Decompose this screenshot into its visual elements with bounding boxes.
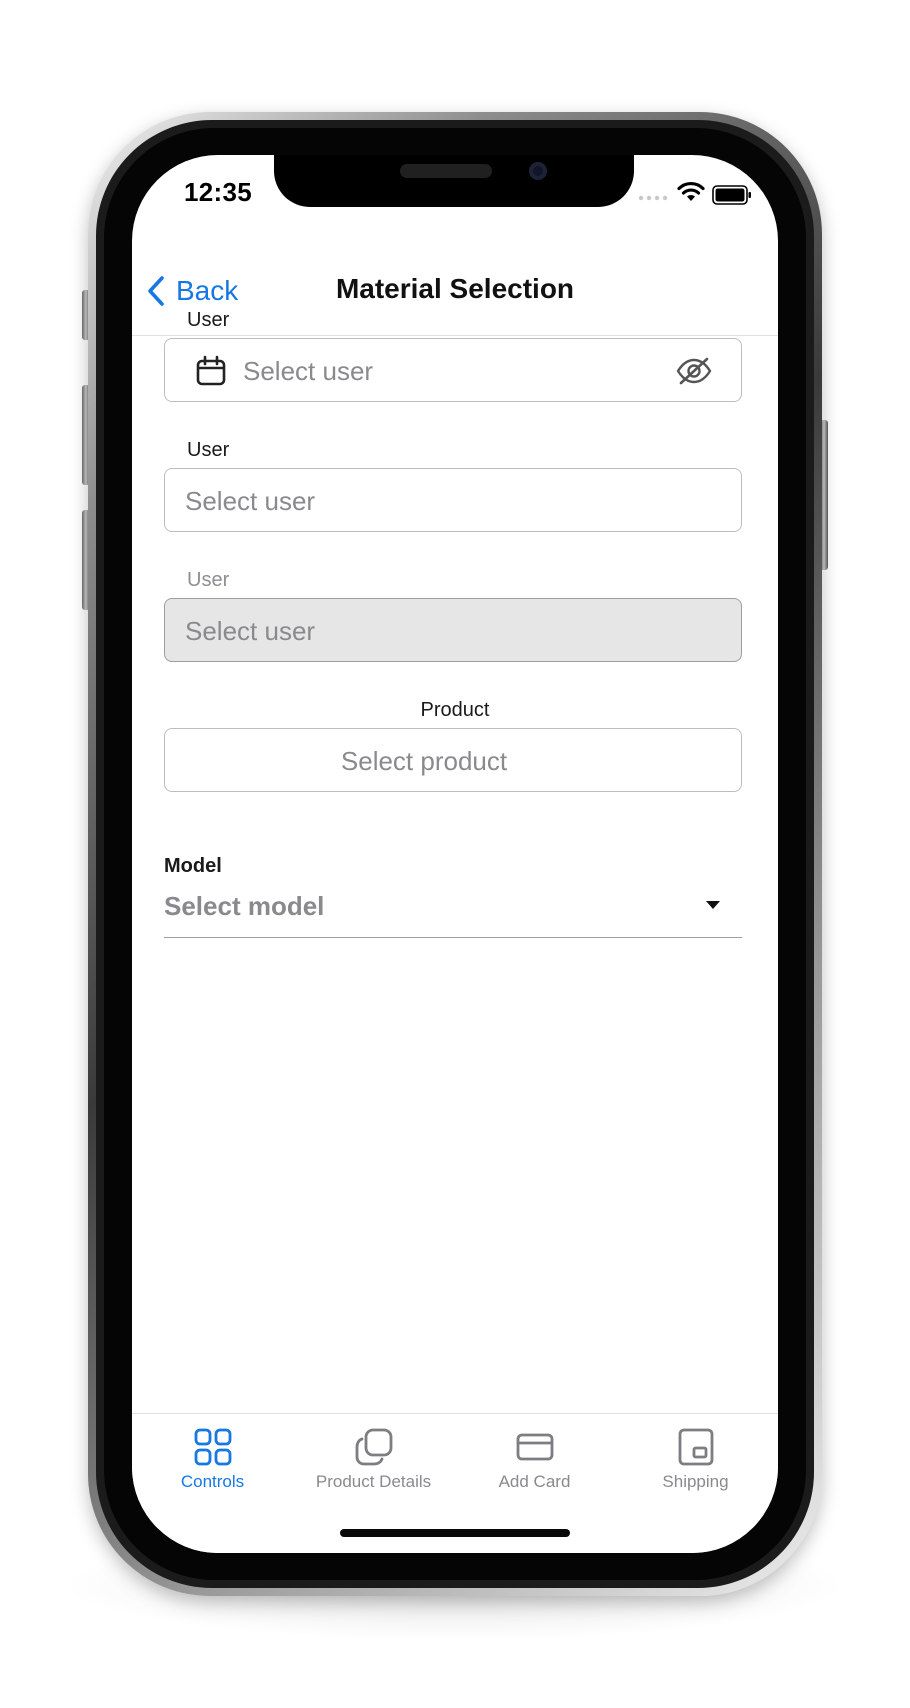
user-field-1-placeholder: Select user [243, 356, 374, 386]
tab-add-card[interactable]: Add Card [454, 1424, 615, 1504]
status-time: 12:35 [184, 177, 252, 207]
notch [274, 155, 634, 207]
tab-add-card-label: Add Card [498, 1472, 571, 1491]
copy-icon [355, 1428, 392, 1466]
user-field-1[interactable]: Select user [164, 338, 742, 402]
tab-shipping-label: Shipping [662, 1472, 729, 1491]
model-placeholder: Select model [164, 891, 325, 921]
mockup-canvas: 12:35 Back Material Selection User Selec… [0, 0, 910, 1708]
front-camera [529, 162, 547, 180]
device-screen: 12:35 Back Material Selection User Selec… [132, 155, 778, 1553]
product-field-placeholder: Select product [340, 746, 508, 776]
user-field-3-label: User [187, 569, 230, 591]
eye-off-icon[interactable] [675, 356, 713, 386]
home-indicator [340, 1529, 570, 1537]
tab-product-details-label: Product Details [315, 1472, 432, 1491]
user-field-1-label: User [187, 309, 230, 331]
grid-icon [194, 1428, 231, 1466]
user-field-2-placeholder: Select user [185, 486, 316, 516]
product-field[interactable]: Select product [164, 728, 742, 792]
user-field-2[interactable]: Select user [164, 468, 742, 532]
model-select[interactable]: Select model [164, 885, 742, 938]
shipping-icon [678, 1428, 713, 1466]
tab-controls-label: Controls [180, 1472, 245, 1491]
signal-icon [638, 195, 668, 201]
page-title: Material Selection [335, 273, 575, 304]
tab-shipping[interactable]: Shipping [615, 1424, 776, 1504]
battery-icon [712, 185, 751, 205]
caret-down-icon [706, 901, 720, 909]
earpiece-speaker [400, 164, 492, 178]
card-icon [516, 1433, 553, 1461]
product-field-label: Product [420, 699, 490, 721]
user-field-3-disabled: Select user [164, 598, 742, 662]
model-label: Model [164, 855, 222, 877]
user-field-2-label: User [187, 439, 230, 461]
tab-product-details[interactable]: Product Details [293, 1424, 454, 1504]
user-field-3-placeholder: Select user [185, 616, 316, 646]
wifi-icon [677, 181, 705, 201]
tab-controls[interactable]: Controls [132, 1424, 293, 1504]
status-indicators [638, 181, 751, 207]
calendar-icon [196, 355, 226, 386]
